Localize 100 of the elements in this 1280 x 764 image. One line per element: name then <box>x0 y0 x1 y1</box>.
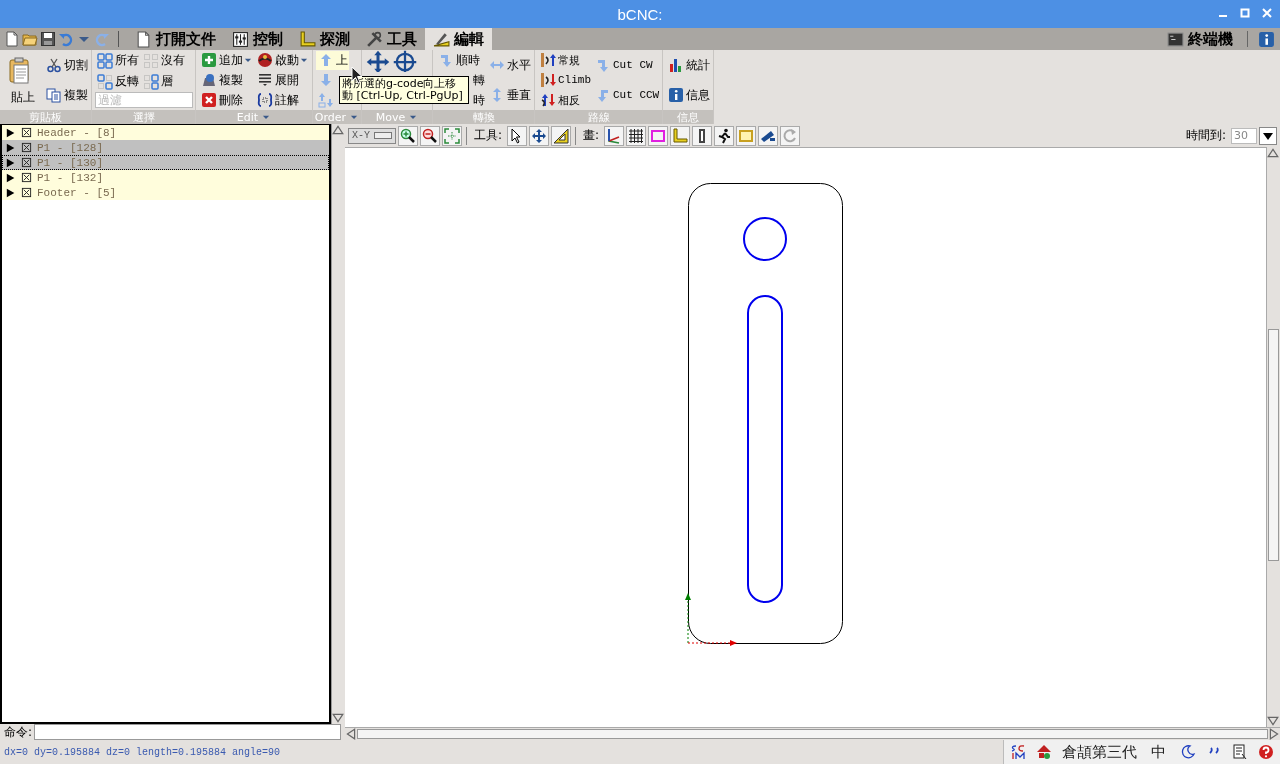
ribbon-button[interactable]: 沒有 <box>141 51 186 70</box>
expander-icon[interactable] <box>6 187 16 198</box>
expander-icon[interactable] <box>6 157 16 168</box>
close-icon[interactable] <box>1262 8 1272 18</box>
fit-icon[interactable] <box>444 127 460 144</box>
ribbon-button[interactable]: 複製 <box>199 70 244 90</box>
ball-icon <box>257 52 273 68</box>
ribbon-button[interactable] <box>392 50 418 72</box>
ribbon-button[interactable]: 順時 <box>436 50 481 70</box>
view-dropdown[interactable]: X-Y <box>348 127 396 144</box>
ribbon-button[interactable]: 水平 <box>487 55 532 75</box>
ribbon-button[interactable]: 註解 <box>255 90 300 110</box>
grid-icon <box>97 73 113 90</box>
zoom-in-icon[interactable] <box>400 127 416 144</box>
arrow-icon <box>595 57 611 73</box>
tree-item[interactable]: Header - [8] <box>2 125 329 140</box>
tools-label: 工具: <box>474 127 503 144</box>
help-icon[interactable] <box>1258 744 1274 760</box>
zoom-out-icon[interactable] <box>422 127 438 144</box>
expander-icon[interactable] <box>6 172 16 183</box>
new-file-icon[interactable] <box>4 31 20 47</box>
input-method-name[interactable]: 倉頡第三代 <box>1062 742 1137 762</box>
scroll-thumb[interactable] <box>1268 329 1279 561</box>
half-width-icon[interactable] <box>1180 744 1196 760</box>
ribbon-button[interactable]: 上 <box>316 50 349 70</box>
ribbon-button[interactable]: 統計 <box>666 55 712 75</box>
ribbon-button[interactable]: 貼上 <box>3 53 43 107</box>
grid-icon[interactable] <box>628 127 645 144</box>
copy-icon <box>46 87 62 103</box>
scroll-down-icon[interactable] <box>1267 715 1279 727</box>
filter-field[interactable]: 過濾 <box>95 92 193 108</box>
tab[interactable]: 終端機 <box>1159 28 1241 50</box>
logo-icon[interactable] <box>1010 744 1026 760</box>
ribbon-button[interactable]: 反轉 <box>95 72 140 91</box>
checkbox[interactable] <box>21 187 32 198</box>
ribbon-button[interactable]: Cut CW <box>593 55 654 75</box>
expander-icon[interactable] <box>6 142 16 153</box>
window-title: bCNC: <box>617 5 663 23</box>
info-icon <box>668 87 685 103</box>
scrollbar[interactable] <box>331 124 345 724</box>
delete-icon <box>201 92 217 108</box>
checkbox[interactable] <box>21 172 32 183</box>
checkbox[interactable] <box>21 127 32 138</box>
tab[interactable]: 工具 <box>358 28 425 50</box>
input-mode[interactable]: 中 <box>1151 742 1166 762</box>
move-arrows-icon[interactable] <box>531 127 548 144</box>
ribbon-button[interactable]: 相反 <box>538 90 581 110</box>
scroll-down-icon[interactable] <box>332 712 344 724</box>
save-icon[interactable] <box>40 31 56 47</box>
tab[interactable]: 控制 <box>224 28 291 50</box>
tab[interactable]: 探測 <box>291 28 358 50</box>
keyboard-icon[interactable] <box>1232 744 1248 760</box>
ribbon-button[interactable]: 層 <box>141 72 174 91</box>
ribbon-button[interactable]: 刪除 <box>199 90 244 110</box>
tab[interactable]: 打開文件 <box>127 28 224 50</box>
ribbon-button[interactable]: 展開 <box>255 70 300 90</box>
pen-ruler-icon <box>433 30 450 48</box>
scroll-left-icon[interactable] <box>345 728 357 740</box>
checkbox[interactable] <box>21 157 32 168</box>
ruler-icon[interactable] <box>672 127 689 144</box>
scrollbar[interactable] <box>345 727 1280 740</box>
grid-icon <box>97 52 113 69</box>
ribbon-button[interactable]: 常規 <box>538 50 581 70</box>
reverse-icon <box>540 92 556 108</box>
margin-icon[interactable] <box>650 127 667 144</box>
scroll-up-icon[interactable] <box>332 124 344 136</box>
sliders-icon <box>232 30 249 48</box>
ribbon-button[interactable]: 複製 <box>44 85 89 105</box>
grid-icon <box>143 52 159 69</box>
ribbon-button[interactable]: Cut CCW <box>593 85 661 105</box>
tree-item[interactable]: Footer - [5] <box>2 185 329 200</box>
ribbon-button[interactable]: Climb <box>538 70 592 90</box>
checkbox[interactable] <box>21 142 32 153</box>
ribbon-button[interactable]: 追加 <box>199 50 254 70</box>
timeout-field[interactable]: 30 <box>1231 127 1257 144</box>
info-icon[interactable] <box>1258 30 1275 48</box>
running-person-icon[interactable] <box>716 127 733 144</box>
scroll-thumb[interactable] <box>357 729 1268 739</box>
climb-cut-icon <box>540 72 556 88</box>
input-method-icon[interactable] <box>1036 744 1052 760</box>
scrollbar[interactable] <box>1266 147 1280 727</box>
command-field[interactable] <box>34 724 341 740</box>
ruler-triangle-icon[interactable] <box>553 127 570 144</box>
expander-icon[interactable] <box>6 127 16 138</box>
tree-item[interactable]: P1 - [132] <box>2 170 329 185</box>
ribbon-button[interactable]: 啟動 <box>255 50 310 70</box>
tooltip: 將所選的g-code向上移動 [Ctrl-Up, Ctrl-PgUp] <box>339 76 469 104</box>
clone-icon <box>201 72 217 88</box>
ribbon-button[interactable] <box>365 50 391 72</box>
crosshair-icon <box>393 50 417 72</box>
maximize-icon[interactable] <box>1240 8 1250 18</box>
ribbon-button[interactable]: 信息 <box>666 85 712 105</box>
scissors-icon <box>46 57 62 73</box>
ribbon-button[interactable]: 垂直 <box>487 85 532 105</box>
ribbon-button[interactable]: 切割 <box>44 55 89 75</box>
braces-icon <box>257 92 273 108</box>
ribbon-button[interactable]: 所有 <box>95 51 140 70</box>
tab[interactable]: 編輯 <box>425 28 492 50</box>
scroll-up-icon[interactable] <box>1267 147 1279 159</box>
scroll-right-icon[interactable] <box>1268 728 1280 740</box>
